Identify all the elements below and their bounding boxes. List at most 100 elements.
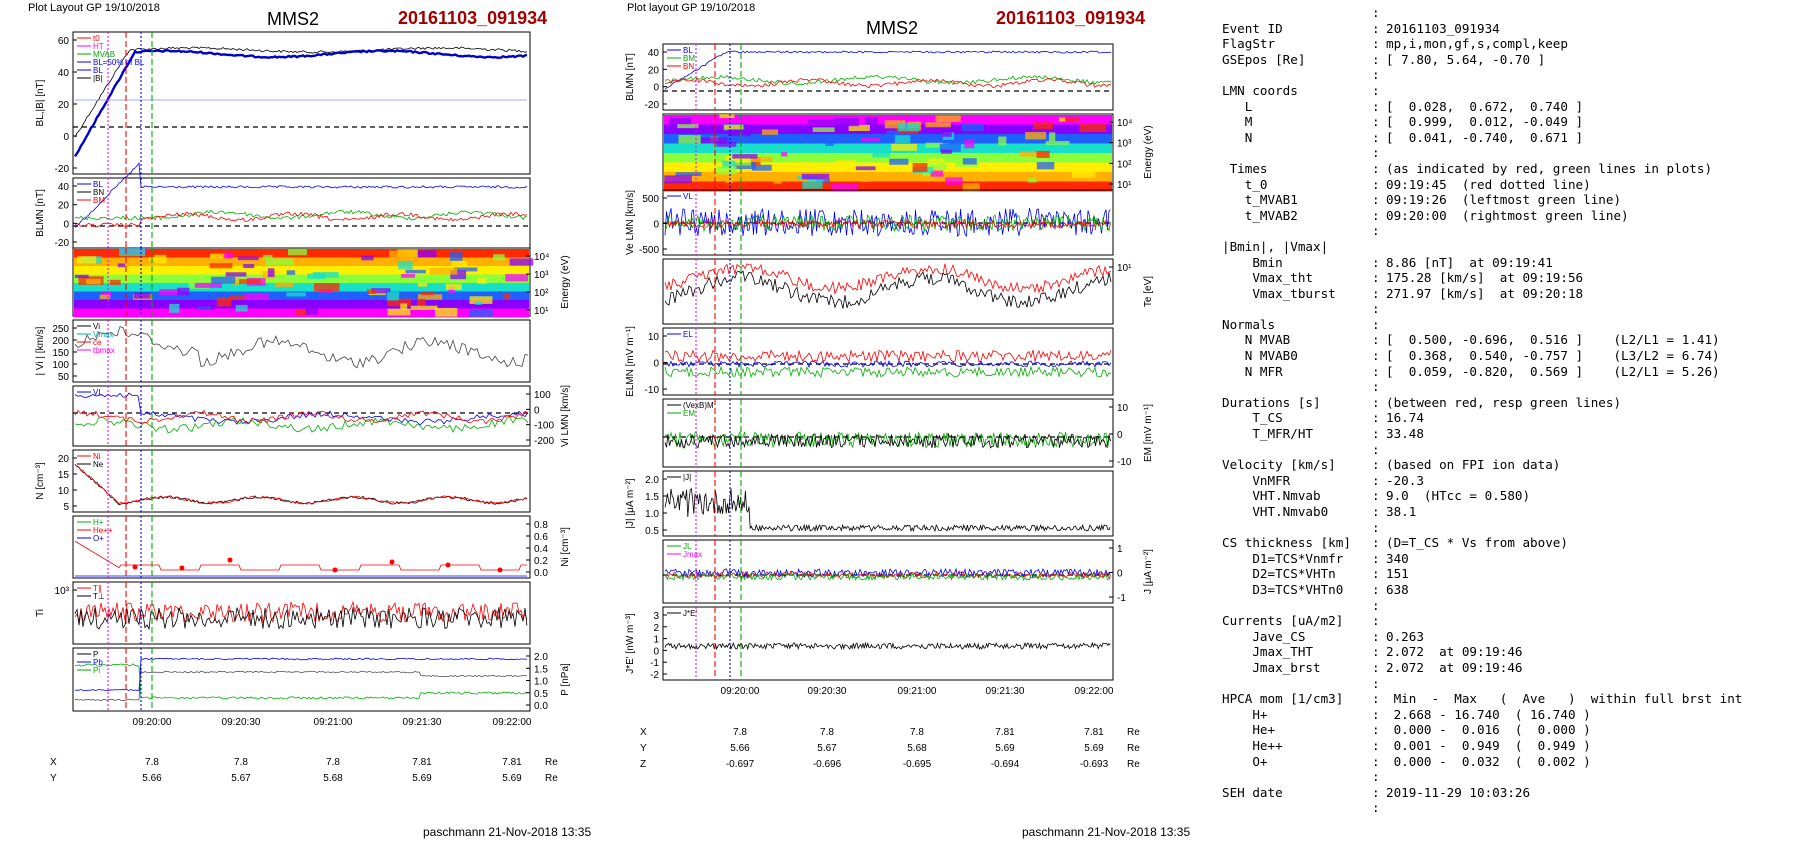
info-key: D3=TCS*VHTn0 <box>1222 581 1344 597</box>
info-row: t_MVAB1:09:19:26 (leftmost green line) <box>1222 192 1742 208</box>
info-key: Bmin <box>1222 254 1283 270</box>
y-axis-label: BL,|B| [nT] <box>35 79 46 126</box>
spectrogram-cell <box>134 292 151 299</box>
info-key: Normals <box>1222 316 1276 332</box>
ephemeris-label: Y <box>50 773 57 784</box>
spectrogram-cell <box>664 175 692 184</box>
info-key <box>1222 800 1372 816</box>
info-colon: : <box>1372 675 1380 691</box>
spectrogram-cell <box>505 274 529 282</box>
spectrogram-cell <box>434 307 458 317</box>
tick-label: 20 <box>648 65 660 76</box>
spectrogram-cell <box>807 119 835 125</box>
info-colon: : <box>1372 363 1380 379</box>
tick-label: 10¹ <box>1117 180 1132 191</box>
info-key: T_CS <box>1222 410 1283 426</box>
info-colon: : <box>1372 82 1380 98</box>
series-line <box>74 657 528 692</box>
tick-label: -1 <box>650 658 659 669</box>
info-row: : <box>1222 301 1742 317</box>
info-key: He+ <box>1222 722 1276 738</box>
x-tick-label: 09:20:00 <box>133 717 172 728</box>
info-key <box>1222 520 1372 536</box>
ephemeris-value: -0.697 <box>726 759 755 770</box>
tick-label: 1.5 <box>645 492 659 503</box>
info-colon: : <box>1372 207 1380 223</box>
info-colon: : <box>1372 784 1380 800</box>
spectrogram-cell <box>509 258 534 266</box>
info-colon: : <box>1372 223 1380 239</box>
tick-label: 1 <box>1117 544 1123 555</box>
info-colon: : <box>1372 753 1380 769</box>
spectrogram-cell <box>834 118 860 127</box>
spectrogram-cell <box>945 177 963 185</box>
spectrogram-cell <box>495 291 503 296</box>
ephemeris-value: -0.694 <box>408 789 437 790</box>
ephemeris-value: 5.68 <box>323 773 343 784</box>
spectrogram-cell <box>894 135 911 144</box>
spectrogram-cell <box>751 164 772 171</box>
spectrogram-cell <box>243 264 255 269</box>
info-value: 0.263 <box>1386 628 1424 644</box>
spectrogram-cell <box>941 149 952 154</box>
info-row: : <box>1222 145 1742 161</box>
spectrogram-cell <box>468 309 493 317</box>
data-point <box>179 565 185 571</box>
info-colon: : <box>1372 98 1380 114</box>
info-colon: : <box>1372 659 1380 675</box>
spectrogram-cell <box>886 130 899 136</box>
spectrogram-cell <box>86 279 101 285</box>
spectrogram-cell <box>677 124 699 129</box>
spectrogram-cell <box>781 152 788 157</box>
ephemeris-value: 7.8 <box>234 757 248 768</box>
info-row: Jmax_THT:2.072 at 09:19:46 <box>1222 644 1742 660</box>
spectrogram-cell <box>150 265 164 273</box>
tick-label: 0 <box>653 646 659 657</box>
ephemeris-value: 5.69 <box>1084 743 1104 754</box>
info-colon: : <box>1372 722 1380 738</box>
ephemeris-unit: Re <box>1127 743 1140 754</box>
spectrogram-cell <box>727 129 751 137</box>
tick-label: 20 <box>58 100 70 111</box>
ephemeris-value: 7.81 <box>995 727 1015 738</box>
ephemeris-value: -0.696 <box>813 759 842 770</box>
tick-label: 0.6 <box>534 532 548 543</box>
info-value: 175.28 [km/s] at 09:19:56 <box>1386 270 1584 286</box>
info-colon: : <box>1372 519 1380 535</box>
info-row: : <box>1222 520 1742 536</box>
ephemeris-value: -0.693 <box>1080 759 1109 770</box>
info-colon: : <box>1372 581 1380 597</box>
tick-label: 0.5 <box>645 526 659 537</box>
info-value: 16.74 <box>1386 410 1424 426</box>
tick-label: 10¹ <box>534 306 549 317</box>
info-colon: : <box>1372 800 1380 816</box>
spectrogram-cell <box>1036 150 1050 158</box>
legend-label: |J| <box>683 473 691 482</box>
info-key: N MVAB <box>1222 332 1291 348</box>
spectrogram-cell <box>177 287 190 296</box>
info-value: [ 0.500, -0.696, 0.516 ] (L2/L1 = 1.41) <box>1386 332 1720 348</box>
spectrogram-cell <box>286 270 296 275</box>
tick-label: 10 <box>648 332 660 343</box>
spectrogram-cell <box>74 274 89 279</box>
spectrogram-cell <box>312 272 339 278</box>
spectrogram-cell <box>715 166 737 175</box>
info-key <box>1222 67 1372 83</box>
info-value: 2.072 at 09:19:46 <box>1386 644 1523 660</box>
info-key <box>1222 223 1372 239</box>
info-value: 33.48 <box>1386 426 1424 442</box>
legend-label: |B| <box>93 74 103 83</box>
info-colon: : <box>1372 145 1380 161</box>
info-colon: : <box>1372 769 1380 785</box>
info-key: Velocity [km/s] <box>1222 457 1336 473</box>
info-key <box>1222 301 1372 317</box>
tick-label: 250 <box>52 324 69 335</box>
info-value: 0.001 - 0.949 ( 0.949 ) <box>1386 737 1591 753</box>
tick-label: 1.5 <box>534 664 548 675</box>
spectrogram-cell <box>361 255 374 261</box>
tick-label: 0.2 <box>534 556 548 567</box>
info-colon: : <box>1372 316 1380 332</box>
tick-label: 3 <box>653 611 659 622</box>
spectrogram-cell <box>109 279 121 285</box>
spectrogram-cell <box>941 128 952 137</box>
